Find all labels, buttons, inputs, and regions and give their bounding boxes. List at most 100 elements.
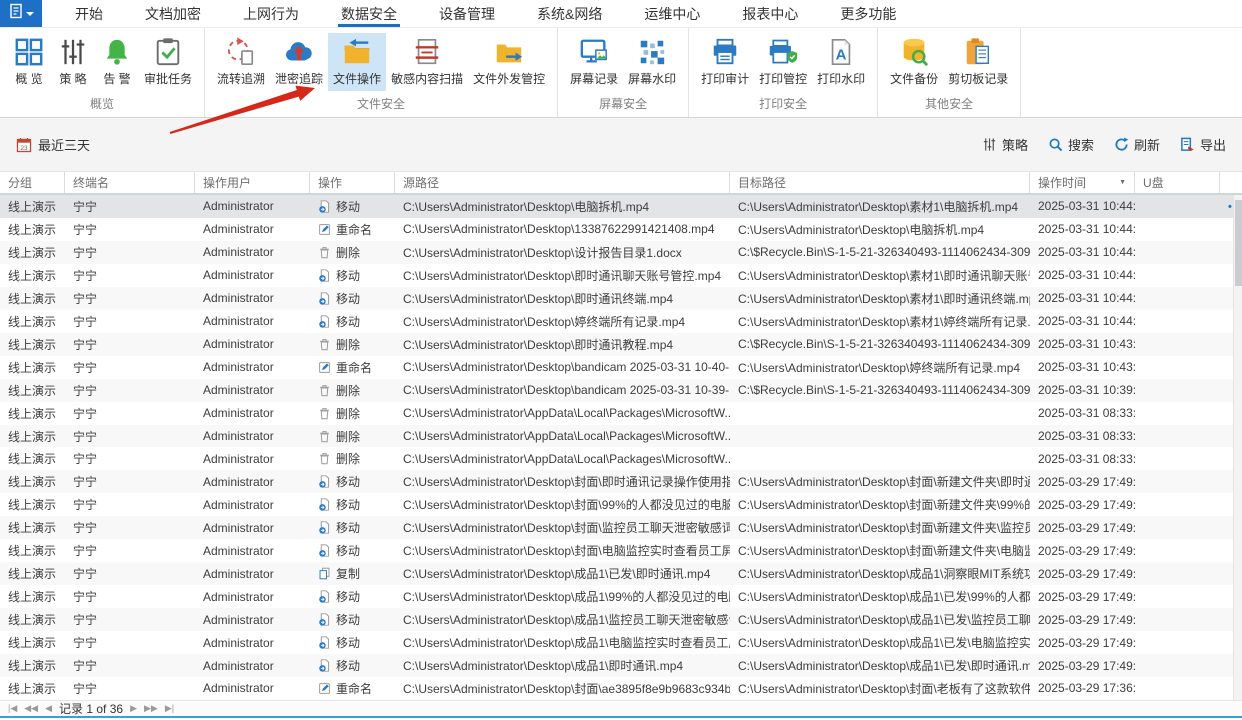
table-row[interactable]: 线上演示宁宁Administrator移动C:\Users\Administra… bbox=[0, 287, 1242, 310]
ribbon-button-sensitive-scan[interactable]: 敏感内容扫描 bbox=[386, 33, 468, 91]
menu-item-7[interactable]: 报表中心 bbox=[721, 0, 819, 27]
cell-group: 线上演示 bbox=[0, 542, 65, 559]
ribbon-button-trace-cycle[interactable]: 流转追溯 bbox=[212, 33, 270, 91]
ribbon-button-label: 打印审计 bbox=[701, 70, 749, 87]
table-row[interactable]: 线上演示宁宁Administrator移动C:\Users\Administra… bbox=[0, 493, 1242, 516]
scrollbar-thumb[interactable] bbox=[1235, 200, 1242, 286]
search-button[interactable]: 搜索 bbox=[1048, 135, 1094, 154]
table-row[interactable]: 线上演示宁宁Administrator删除C:\Users\Administra… bbox=[0, 447, 1242, 470]
ribbon-button-overview-grid[interactable]: 概 览 bbox=[7, 33, 51, 91]
table-row[interactable]: 线上演示宁宁Administrator复制C:\Users\Administra… bbox=[0, 562, 1242, 585]
column-header-5[interactable]: 目标路径 bbox=[730, 172, 1030, 193]
cell-operation: 移动 bbox=[310, 473, 395, 490]
cell-operation: 移动 bbox=[310, 313, 395, 330]
cell-operation: 移动 bbox=[310, 519, 395, 536]
ribbon-button-policy-sliders[interactable]: 策 略 bbox=[51, 33, 95, 91]
ribbon-button-outgoing-folder[interactable]: 文件外发管控 bbox=[468, 33, 550, 91]
cell-operation: 移动 bbox=[310, 611, 395, 628]
table-row[interactable]: 线上演示宁宁Administrator移动C:\Users\Administra… bbox=[0, 539, 1242, 562]
app-menu-button[interactable] bbox=[0, 0, 42, 27]
cell-terminal: 宁宁 bbox=[65, 588, 195, 605]
table-row[interactable]: 线上演示宁宁Administrator移动C:\Users\Administra… bbox=[0, 264, 1242, 287]
table-row[interactable]: 线上演示宁宁Administrator重命名C:\Users\Administr… bbox=[0, 218, 1242, 241]
operation-label: 删除 bbox=[336, 450, 360, 467]
vertical-scrollbar[interactable] bbox=[1233, 195, 1242, 700]
refresh-button[interactable]: 刷新 bbox=[1114, 135, 1160, 154]
ribbon-button-print-audit[interactable]: 打印审计 bbox=[696, 33, 754, 91]
column-header-3[interactable]: 操作 bbox=[310, 172, 395, 193]
table-row[interactable]: 线上演示宁宁Administrator移动C:\Users\Administra… bbox=[0, 195, 1242, 218]
table-row[interactable]: 线上演示宁宁Administrator移动C:\Users\Administra… bbox=[0, 470, 1242, 493]
menu-item-5[interactable]: 系统&网络 bbox=[516, 0, 623, 27]
ribbon-button-file-backup[interactable]: 文件备份 bbox=[885, 33, 943, 91]
menu-item-0[interactable]: 开始 bbox=[54, 0, 124, 27]
table-row[interactable]: 线上演示宁宁Administrator移动C:\Users\Administra… bbox=[0, 310, 1242, 333]
cell-user: Administrator bbox=[195, 383, 310, 397]
table-row[interactable]: 线上演示宁宁Administrator移动C:\Users\Administra… bbox=[0, 631, 1242, 654]
column-header-1[interactable]: 终端名 bbox=[65, 172, 195, 193]
next-page-button[interactable]: ▶ bbox=[130, 703, 137, 714]
column-header-6[interactable]: 操作时间▼ bbox=[1030, 172, 1135, 193]
cell-operation-time: 2025-03-31 10:43:38 bbox=[1030, 337, 1135, 351]
svg-text:A: A bbox=[836, 47, 847, 64]
ribbon-button-label: 策 略 bbox=[59, 70, 86, 87]
menu-item-3[interactable]: 数据安全 bbox=[320, 0, 418, 27]
column-header-4[interactable]: 源路径 bbox=[395, 172, 730, 193]
table-row[interactable]: 线上演示宁宁Administrator删除C:\Users\Administra… bbox=[0, 241, 1242, 264]
ribbon-button-approval-clipboard[interactable]: 审批任务 bbox=[139, 33, 197, 91]
menu-item-6[interactable]: 运维中心 bbox=[623, 0, 721, 27]
table-row[interactable]: 线上演示宁宁Administrator删除C:\Users\Administra… bbox=[0, 402, 1242, 425]
cell-source-path: C:\Users\Administrator\Desktop\封面\即时通讯记录… bbox=[395, 473, 730, 490]
cell-operation-time: 2025-03-31 10:43:00 bbox=[1030, 360, 1135, 374]
menu-item-4[interactable]: 设备管理 bbox=[418, 0, 516, 27]
move-operation-icon bbox=[318, 521, 331, 534]
delete-operation-icon bbox=[318, 452, 331, 465]
column-header-label: 源路径 bbox=[403, 174, 439, 191]
ribbon-button-alert-bell[interactable]: 告 警 bbox=[95, 33, 139, 91]
table-row[interactable]: 线上演示宁宁Administrator删除C:\Users\Administra… bbox=[0, 425, 1242, 448]
ribbon-button-screen-record[interactable]: 屏幕记录 bbox=[565, 33, 623, 91]
ribbon-group-label: 概览 bbox=[0, 93, 204, 117]
column-header-0[interactable]: 分组 bbox=[0, 172, 65, 193]
policy-button[interactable]: 策略 bbox=[982, 135, 1028, 154]
menu-item-1[interactable]: 文档加密 bbox=[124, 0, 222, 27]
cell-source-path: C:\Users\Administrator\Desktop\设计报告目录1.d… bbox=[395, 244, 730, 261]
table-row[interactable]: 线上演示宁宁Administrator移动C:\Users\Administra… bbox=[0, 516, 1242, 539]
cell-group: 线上演示 bbox=[0, 565, 65, 582]
fast-next-button[interactable]: ▶▶ bbox=[144, 703, 158, 714]
table-row[interactable]: 线上演示宁宁Administrator删除C:\Users\Administra… bbox=[0, 379, 1242, 402]
cell-user: Administrator bbox=[195, 475, 310, 489]
column-header-7[interactable]: U盘 bbox=[1135, 172, 1220, 193]
table-row[interactable]: 线上演示宁宁Administrator移动C:\Users\Administra… bbox=[0, 608, 1242, 631]
cell-user: Administrator bbox=[195, 360, 310, 374]
ribbon-button-leak-cloud[interactable]: 泄密追踪 bbox=[270, 33, 328, 91]
cell-target-path: C:\Users\Administrator\Desktop\素材1\即时通讯终… bbox=[730, 290, 1030, 307]
ribbon-button-print-watermark[interactable]: A打印水印 bbox=[812, 33, 870, 91]
first-page-button[interactable]: |◀ bbox=[8, 703, 17, 714]
export-button[interactable]: 导出 bbox=[1180, 135, 1226, 154]
sort-caret-icon[interactable]: ▼ bbox=[1119, 179, 1126, 186]
menu-item-8[interactable]: 更多功能 bbox=[819, 0, 917, 27]
prev-page-button[interactable]: ◀ bbox=[45, 703, 52, 714]
ribbon-button-clipboard-record[interactable]: 剪切板记录 bbox=[943, 33, 1013, 91]
ribbon-button-file-operation-folder[interactable]: 文件操作 bbox=[328, 33, 386, 91]
ribbon-button-screen-watermark[interactable]: 屏幕水印 bbox=[623, 33, 681, 91]
cell-user: Administrator bbox=[195, 337, 310, 351]
table-row[interactable]: 线上演示宁宁Administrator移动C:\Users\Administra… bbox=[0, 654, 1242, 677]
export-icon bbox=[1180, 137, 1195, 152]
date-filter-button[interactable]: 23 最近三天 bbox=[16, 135, 90, 154]
table-row[interactable]: 线上演示宁宁Administrator移动C:\Users\Administra… bbox=[0, 585, 1242, 608]
alert-bell-icon bbox=[102, 37, 132, 67]
fast-prev-button[interactable]: ◀◀ bbox=[24, 703, 38, 714]
cell-group: 线上演示 bbox=[0, 428, 65, 445]
column-header-2[interactable]: 操作用户 bbox=[195, 172, 310, 193]
cell-operation-time: 2025-03-31 10:44:20 bbox=[1030, 291, 1135, 305]
date-filter-label: 最近三天 bbox=[38, 135, 90, 154]
ribbon-button-print-control[interactable]: 打印管控 bbox=[754, 33, 812, 91]
table-row[interactable]: 线上演示宁宁Administrator重命名C:\Users\Administr… bbox=[0, 677, 1242, 700]
table-row[interactable]: 线上演示宁宁Administrator删除C:\Users\Administra… bbox=[0, 333, 1242, 356]
operation-label: 删除 bbox=[336, 244, 360, 261]
last-page-button[interactable]: ▶| bbox=[165, 703, 174, 714]
table-row[interactable]: 线上演示宁宁Administrator重命名C:\Users\Administr… bbox=[0, 356, 1242, 379]
menu-item-2[interactable]: 上网行为 bbox=[222, 0, 320, 27]
